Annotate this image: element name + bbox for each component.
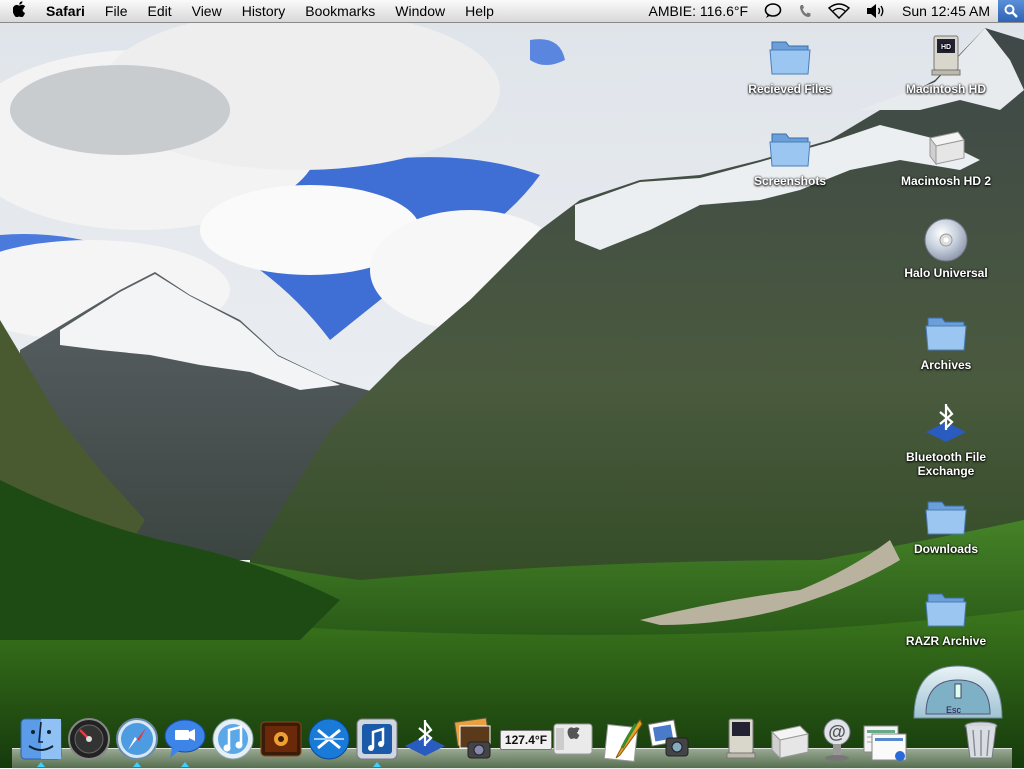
wifi-icon[interactable] [820,3,858,19]
dock-macintosh-hd-icon[interactable] [718,716,764,762]
menu-edit[interactable]: Edit [137,0,181,22]
menu-extras: AMBIE: 116.6°F Sun 12:45 AM [641,0,1024,22]
dock-ichat-icon[interactable] [162,716,208,762]
dock-image-capture-icon[interactable] [646,716,692,762]
dock-music-app-icon[interactable] [354,716,400,762]
menu-bookmarks[interactable]: Bookmarks [295,0,385,22]
svg-text:@: @ [828,722,846,742]
dock-mail-icon[interactable]: @ [814,716,860,762]
desktop-icon-bluetooth-file-exchange[interactable]: Bluetooth File Exchange [886,400,1006,478]
dock-iphoto-icon[interactable] [450,716,496,762]
folder-icon [922,584,970,632]
dock-safari-icon[interactable] [114,716,160,762]
volume-icon[interactable] [858,3,894,19]
desktop-icon-recieved-files[interactable]: Recieved Files [730,32,850,96]
menu-history[interactable]: History [232,0,296,22]
menu-view[interactable]: View [182,0,232,22]
desktop-icon-label: Bluetooth File Exchange [906,450,986,478]
desktop-icon-macintosh-hd[interactable]: HD Macintosh HD [886,32,1006,96]
external-drive-icon [922,124,970,172]
dock-temperature-monitor[interactable]: 127.4°F [500,730,552,750]
dock-documents-stack-icon[interactable] [862,716,908,762]
desktop-icon-label: Macintosh HD 2 [900,174,991,188]
menu-help[interactable]: Help [455,0,504,22]
dock-dashboard-icon[interactable] [66,716,112,762]
spotlight-icon[interactable] [998,0,1024,22]
menu-file[interactable]: File [95,0,138,22]
apple-menu-icon[interactable] [0,0,40,22]
classic-mac-icon: HD [922,32,970,80]
desktop-icon-label: Halo Universal [904,266,988,280]
menu-clock[interactable]: Sun 12:45 AM [894,0,998,22]
desktop-icon-macintosh-hd-2[interactable]: Macintosh HD 2 [886,124,1006,188]
ichat-running-indicator [181,762,189,767]
menu-window[interactable]: Window [385,0,455,22]
dock-itunes-icon[interactable] [210,716,256,762]
phone-icon[interactable] [790,3,820,19]
folder-icon [766,124,814,172]
music-running-indicator [373,762,381,767]
dock-xslimmer-icon[interactable] [306,716,352,762]
desktop-icon-label: Macintosh HD [905,82,986,96]
cd-disc-icon [922,216,970,264]
desktop-icon-archives[interactable]: Archives [886,308,1006,372]
desktop-icon-downloads[interactable]: Downloads [886,492,1006,556]
temperature-reading[interactable]: AMBIE: 116.6°F [641,0,757,22]
safari-running-indicator [133,762,141,767]
desktop-icon-halo-universal[interactable]: Halo Universal [886,216,1006,280]
folder-icon [922,492,970,540]
desktop-icon-label: Recieved Files [748,82,832,96]
desktop-icon-label: Downloads [913,542,978,556]
dock-boot-camp-icon[interactable] [550,716,596,762]
desktop-wallpaper [0,0,1024,768]
dock-bluetooth-icon[interactable] [402,716,448,762]
finder-running-indicator [37,762,45,767]
desktop-icon-razr-archive[interactable]: RAZR Archive [886,584,1006,648]
chat-icon[interactable] [756,3,790,19]
folder-icon [766,32,814,80]
bluetooth-icon [922,400,970,448]
desktop-icon-label: RAZR Archive [905,634,987,648]
svg-text:HD: HD [941,44,951,51]
dock-finder-icon[interactable] [18,716,64,762]
menu-app-safari[interactable]: Safari [40,0,95,22]
escape-label: Esc [946,705,962,715]
dock-trash-icon[interactable] [958,716,1004,762]
menu-bar: Safari File Edit View History Bookmarks … [0,0,1024,23]
desktop-icon-label: Screenshots [753,174,827,188]
folder-icon [922,308,970,356]
dock-drive-icon[interactable] [766,716,812,762]
desktop-icon-label: Archives [920,358,972,372]
dock-photo-booth-icon[interactable] [258,716,304,762]
dock-quill-app-icon[interactable] [600,716,646,763]
desktop-icon-screenshots[interactable]: Screenshots [730,124,850,188]
